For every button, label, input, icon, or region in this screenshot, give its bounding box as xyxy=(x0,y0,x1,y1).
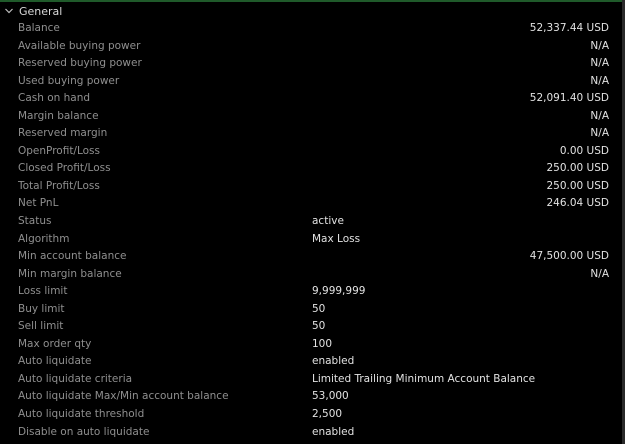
property-label: Min margin balance xyxy=(18,267,122,280)
property-row: Sell limit 50 xyxy=(0,318,620,336)
property-label: Cash on hand xyxy=(18,92,91,105)
property-label: OpenProfit/Loss xyxy=(18,144,101,157)
property-value: enabled xyxy=(312,425,355,438)
property-row: Min margin balance N/A xyxy=(0,266,620,284)
section-title: General xyxy=(19,4,63,18)
property-row: Loss limit 9,999,999 xyxy=(0,283,620,301)
property-value: Max Loss xyxy=(312,232,361,245)
property-row: Net PnL 246.04 USD xyxy=(0,195,620,213)
property-row: Reserved margin N/A xyxy=(0,125,620,143)
property-value: 0.00 USD xyxy=(559,144,609,157)
property-row: Algorithm Max Loss xyxy=(0,231,620,249)
property-label: Closed Profit/Loss xyxy=(18,162,111,175)
property-value: 52,091.40 USD xyxy=(529,92,609,105)
property-row: Auto liquidate criteria Limited Trailing … xyxy=(0,371,620,389)
property-value: 50 xyxy=(312,320,326,333)
property-label: Status xyxy=(18,215,52,228)
property-value: 52,337.44 USD xyxy=(529,22,609,34)
property-label: Total Profit/Loss xyxy=(18,179,100,192)
property-label: Auto liquidate Max/Min account balance xyxy=(18,390,229,403)
property-value: Limited Trailing Minimum Account Balance xyxy=(312,372,536,385)
property-list: Balance 52,337.44 USD Available buying pow… xyxy=(0,20,620,441)
property-value: N/A xyxy=(590,39,609,52)
property-row: OpenProfit/Loss 0.00 USD xyxy=(0,143,620,161)
property-label: Auto liquidate xyxy=(18,355,92,368)
property-value: enabled xyxy=(312,355,355,368)
property-label: Net PnL xyxy=(18,197,59,210)
property-row: Reserved buying power N/A xyxy=(0,55,620,73)
property-value: N/A xyxy=(590,57,609,70)
property-label: Used buying power xyxy=(18,74,120,87)
section-header-general[interactable]: General xyxy=(0,3,620,19)
property-value: 250.00 USD xyxy=(546,162,609,175)
property-row: Available buying power N/A xyxy=(0,38,620,56)
property-value: N/A xyxy=(590,127,609,140)
property-value: 53,000 xyxy=(312,390,349,403)
property-row: Closed Profit/Loss 250.00 USD xyxy=(0,160,620,178)
property-label: Max order qty xyxy=(18,337,92,350)
property-row: Used buying power N/A xyxy=(0,73,620,91)
property-row: Status active xyxy=(0,213,620,231)
property-value: 2,500 xyxy=(312,408,343,421)
property-row: Auto liquidate threshold 2,500 xyxy=(0,406,620,424)
property-row: Min account balance 47,500.00 USD xyxy=(0,248,620,266)
top-accent-line xyxy=(0,0,622,2)
property-value: N/A xyxy=(590,267,609,280)
property-label: Margin balance xyxy=(18,109,99,122)
property-row: Buy limit 50 xyxy=(0,301,620,319)
property-value: 47,500.00 USD xyxy=(529,250,609,263)
property-label: Auto liquidate threshold xyxy=(18,408,145,421)
property-row: Disable on auto liquidate enabled xyxy=(0,424,620,442)
property-label: Loss limit xyxy=(18,285,68,298)
property-row: Cash on hand 52,091.40 USD xyxy=(0,90,620,108)
property-label: Algorithm xyxy=(18,232,70,245)
property-value: 250.00 USD xyxy=(546,179,609,192)
property-row: Max order qty 100 xyxy=(0,336,620,354)
property-row: Balance 52,337.44 USD xyxy=(0,20,620,38)
property-value: N/A xyxy=(590,74,609,87)
property-label: Sell limit xyxy=(18,320,64,333)
property-label: Reserved margin xyxy=(18,127,108,140)
property-label: Min account balance xyxy=(18,250,127,263)
property-label: Reserved buying power xyxy=(18,57,142,70)
property-label: Available buying power xyxy=(18,39,141,52)
property-row: Auto liquidate enabled xyxy=(0,353,620,371)
property-value: 50 xyxy=(312,302,326,315)
property-label: Buy limit xyxy=(18,302,65,315)
property-value: 246.04 USD xyxy=(546,197,609,210)
property-row: Total Profit/Loss 250.00 USD xyxy=(0,178,620,196)
property-value: active xyxy=(312,215,344,228)
property-value: N/A xyxy=(590,109,609,122)
property-value: 9,999,999 xyxy=(312,285,366,298)
property-label: Disable on auto liquidate xyxy=(18,425,150,438)
property-value: 100 xyxy=(312,337,333,350)
property-row: Auto liquidate Max/Min account balance 53… xyxy=(0,388,620,406)
chevron-down-icon[interactable] xyxy=(2,3,16,19)
property-label: Auto liquidate criteria xyxy=(18,372,133,385)
account-properties-panel: General Balance 52,337.44 USD Available bu… xyxy=(0,0,625,444)
property-label: Balance xyxy=(18,22,60,34)
property-row: Margin balance N/A xyxy=(0,108,620,126)
